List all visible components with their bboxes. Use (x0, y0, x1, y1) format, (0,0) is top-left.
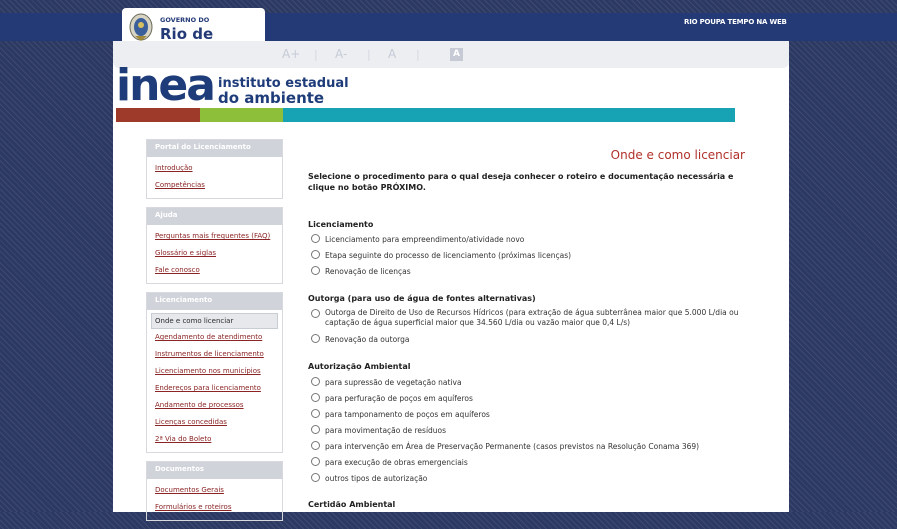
sidebar-heading: Licenciamento (147, 293, 282, 310)
radio-option[interactable]: para execução de obras emergenciais (311, 457, 468, 467)
sidebar-item-municipios[interactable]: Licenciamento nos municípios (155, 363, 274, 380)
radio-button[interactable] (311, 309, 320, 318)
sidebar-item-segunda-via-boleto[interactable]: 2ª Via do Boleto (155, 431, 274, 448)
radio-option[interactable]: para perfuração de poços em aquíferos (311, 393, 473, 403)
option-label: Renovação de licenças (325, 267, 411, 276)
separator: | (416, 48, 420, 61)
radio-option[interactable]: para intervenção em Área de Preservação … (311, 441, 699, 451)
option-label: Renovação da outorga (325, 335, 410, 344)
sidebar-portal: Portal do Licenciamento Introdução Compe… (146, 139, 283, 199)
separator: | (314, 48, 318, 61)
radio-button[interactable] (311, 441, 320, 450)
font-size-bar: A+ | A- | A | A (113, 41, 789, 68)
sidebar-item-fale-conosco[interactable]: Fale conosco (155, 262, 274, 279)
stripe-teal (283, 108, 735, 122)
sidebar-item-introducao[interactable]: Introdução (155, 160, 274, 177)
radio-option[interactable]: Licenciamento para empreendimento/ativid… (311, 234, 524, 244)
radio-button[interactable] (311, 473, 320, 482)
sidebar-item-faq[interactable]: Perguntas mais frequentes (FAQ) (155, 228, 274, 245)
stripe-green (200, 108, 283, 122)
radio-option[interactable]: Outorga de Direito de Uso de Recursos Hí… (311, 308, 741, 328)
radio-option[interactable]: para movimentação de resíduos (311, 425, 446, 435)
radio-option[interactable]: Renovação de licenças (311, 266, 411, 276)
sidebar-heading: Ajuda (147, 208, 282, 225)
radio-button[interactable] (311, 425, 320, 434)
radio-button[interactable] (311, 457, 320, 466)
section-title-certidao: Certidão Ambiental (308, 500, 396, 509)
sidebar-item-instrumentos[interactable]: Instrumentos de licenciamento (155, 346, 274, 363)
radio-button[interactable] (311, 266, 320, 275)
rio-poupa-tempo-link[interactable]: RIO POUPA TEMPO NA WEB (684, 18, 787, 26)
instruction-text: Selecione o procedimento para o qual des… (308, 172, 734, 192)
sidebar-item-enderecos[interactable]: Endereços para licenciamento (155, 380, 274, 397)
font-decrease-button[interactable]: A- (335, 47, 347, 61)
sidebar-item-documentos-gerais[interactable]: Documentos Gerais (155, 482, 274, 499)
option-label: para movimentação de resíduos (325, 426, 447, 435)
sidebar-item-formularios[interactable]: Formulários e roteiros (155, 499, 274, 516)
option-label: Outorga de Direito de Uso de Recursos Hí… (325, 308, 739, 327)
font-increase-button[interactable]: A+ (282, 47, 300, 61)
radio-button[interactable] (311, 409, 320, 418)
sidebar-item-glossario[interactable]: Glossário e siglas (155, 245, 274, 262)
sidebar-item-agendamento[interactable]: Agendamento de atendimento (155, 329, 274, 346)
contrast-button[interactable]: A (450, 48, 463, 61)
option-label: Licenciamento para empreendimento/ativid… (325, 235, 525, 244)
radio-option[interactable]: para tamponamento de poços em aquíferos (311, 409, 490, 419)
sidebar: Portal do Licenciamento Introdução Compe… (146, 139, 283, 529)
radio-button[interactable] (311, 234, 320, 243)
option-label: para tamponamento de poços em aquíferos (325, 410, 490, 419)
radio-option[interactable]: para supressão de vegetação nativa (311, 377, 462, 387)
radio-button[interactable] (311, 393, 320, 402)
option-label: Etapa seguinte do processo de licenciame… (325, 251, 572, 260)
sidebar-ajuda: Ajuda Perguntas mais frequentes (FAQ) Gl… (146, 207, 283, 284)
page-title: Onde e como licenciar (610, 148, 745, 162)
sidebar-documentos: Documentos Documentos Gerais Formulários… (146, 461, 283, 521)
separator: | (367, 48, 371, 61)
font-reset-button[interactable]: A (388, 47, 396, 61)
option-label: outros tipos de autorização (325, 474, 428, 483)
option-label: para perfuração de poços em aquíferos (325, 394, 473, 403)
sidebar-item-andamento[interactable]: Andamento de processos (155, 397, 274, 414)
sidebar-licenciamento: Licenciamento Onde e como licenciar Agen… (146, 292, 283, 453)
section-title-autorizacao: Autorização Ambiental (308, 362, 411, 371)
option-label: para supressão de vegetação nativa (325, 378, 462, 387)
radio-option[interactable]: outros tipos de autorização (311, 473, 427, 483)
inea-logo[interactable]: inea (116, 64, 216, 108)
radio-option[interactable]: Renovação da outorga (311, 334, 409, 344)
radio-button[interactable] (311, 250, 320, 259)
logo-subtitle-2: do ambiente (218, 89, 325, 107)
gov-label-small: GOVERNO DO (160, 16, 210, 24)
stripe-red (116, 108, 200, 122)
radio-option[interactable]: Etapa seguinte do processo de licenciame… (311, 250, 571, 260)
sidebar-item-competencias[interactable]: Competências (155, 177, 274, 194)
radio-button[interactable] (311, 334, 320, 343)
state-crest-icon (129, 13, 153, 41)
option-label: para execução de obras emergenciais (325, 458, 468, 467)
sidebar-heading: Portal do Licenciamento (147, 140, 282, 157)
section-title-licenciamento: Licenciamento (308, 220, 374, 229)
option-label: para intervenção em Área de Preservação … (325, 442, 700, 451)
section-title-outorga: Outorga (para uso de água de fontes alte… (308, 294, 536, 303)
sidebar-item-onde-como-licenciar[interactable]: Onde e como licenciar (151, 313, 278, 329)
sidebar-item-licencas-concedidas[interactable]: Licenças concedidas (155, 414, 274, 431)
radio-button[interactable] (311, 377, 320, 386)
sidebar-heading: Documentos (147, 462, 282, 479)
